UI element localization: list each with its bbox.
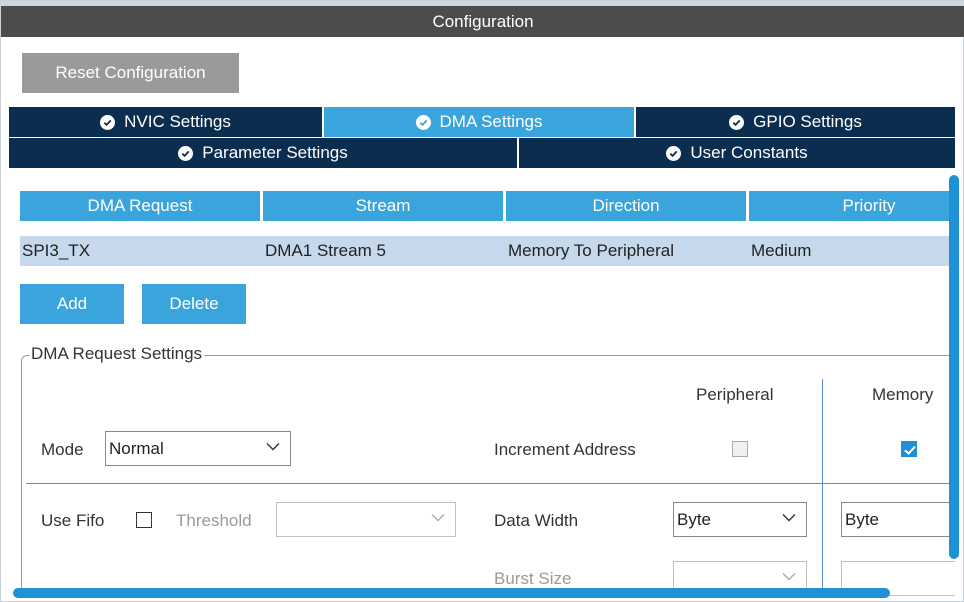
column-header-dma-request[interactable]: DMA Request bbox=[20, 191, 260, 221]
tab-user-constants[interactable]: User Constants bbox=[519, 138, 955, 168]
check-circle-icon bbox=[100, 114, 116, 130]
mode-label: Mode bbox=[41, 440, 84, 459]
column-header-direction[interactable]: Direction bbox=[506, 191, 746, 221]
vertical-scrollbar[interactable] bbox=[949, 175, 959, 559]
tab-bar-secondary: Parameter Settings User Constants bbox=[9, 138, 955, 168]
data-width-peripheral-value: Byte bbox=[677, 510, 712, 529]
tab-gpio-settings[interactable]: GPIO Settings bbox=[636, 107, 955, 137]
tab-label: Parameter Settings bbox=[202, 143, 348, 162]
tab-parameter-settings[interactable]: Parameter Settings bbox=[9, 138, 517, 168]
data-width-label: Data Width bbox=[494, 511, 579, 530]
threshold-label: Threshold bbox=[176, 511, 252, 530]
check-circle-icon bbox=[415, 114, 431, 130]
table-header: DMA Request Stream Direction Priority bbox=[20, 191, 955, 221]
mode-select[interactable]: Normal bbox=[105, 431, 291, 466]
checkmark-icon bbox=[904, 445, 916, 456]
chevron-down-icon bbox=[782, 573, 796, 581]
tab-bar-primary: NVIC Settings DMA Settings GPIO Settings bbox=[9, 107, 955, 137]
increment-memory-checkbox[interactable] bbox=[901, 441, 917, 457]
dma-settings-panel: DMA Request Stream Direction Priority SP… bbox=[9, 172, 955, 597]
data-width-memory-value: Byte bbox=[845, 510, 880, 529]
column-header-stream[interactable]: Stream bbox=[263, 191, 503, 221]
data-width-memory-select[interactable]: Byte bbox=[841, 502, 955, 537]
mode-select-value: Normal bbox=[109, 439, 164, 458]
dma-request-settings-group bbox=[21, 355, 955, 597]
increment-peripheral-checkbox[interactable] bbox=[732, 441, 748, 457]
configuration-window: Configuration Reset Configuration NVIC S… bbox=[0, 0, 964, 602]
threshold-select[interactable] bbox=[276, 502, 456, 537]
increment-address-label: Increment Address bbox=[494, 440, 636, 459]
chevron-down-icon bbox=[266, 443, 280, 451]
use-fifo-label: Use Fifo bbox=[41, 511, 105, 530]
row-divider bbox=[26, 483, 955, 484]
check-circle-icon bbox=[666, 145, 682, 161]
tab-label: DMA Settings bbox=[439, 112, 543, 131]
chevron-down-icon bbox=[782, 514, 796, 522]
cell-direction: Memory To Peripheral bbox=[508, 241, 674, 260]
tab-label: NVIC Settings bbox=[124, 112, 231, 131]
chevron-down-icon bbox=[431, 514, 445, 522]
tab-nvic-settings[interactable]: NVIC Settings bbox=[9, 107, 322, 137]
check-circle-icon bbox=[729, 114, 745, 130]
use-fifo-checkbox[interactable] bbox=[136, 512, 152, 528]
delete-button[interactable]: Delete bbox=[142, 284, 246, 324]
cell-dma-request: SPI3_TX bbox=[22, 241, 91, 260]
column-header-priority[interactable]: Priority bbox=[749, 191, 955, 221]
memory-column-label: Memory bbox=[872, 385, 934, 404]
peripheral-column-label: Peripheral bbox=[696, 385, 774, 404]
reset-configuration-button[interactable]: Reset Configuration bbox=[22, 53, 239, 93]
add-button[interactable]: Add bbox=[20, 284, 124, 324]
data-width-peripheral-select[interactable]: Byte bbox=[673, 502, 807, 537]
cell-stream: DMA1 Stream 5 bbox=[265, 241, 386, 260]
check-circle-icon bbox=[178, 145, 194, 161]
tab-label: User Constants bbox=[690, 143, 808, 162]
cell-priority: Medium bbox=[751, 241, 812, 260]
window-title: Configuration bbox=[1, 1, 964, 37]
table-row[interactable]: SPI3_TX DMA1 Stream 5 Memory To Peripher… bbox=[20, 236, 955, 266]
horizontal-scrollbar[interactable] bbox=[13, 588, 890, 598]
burst-size-label: Burst Size bbox=[494, 569, 572, 588]
group-legend: DMA Request Settings bbox=[29, 344, 205, 364]
column-divider bbox=[822, 379, 823, 597]
tab-dma-settings[interactable]: DMA Settings bbox=[324, 107, 634, 137]
tab-label: GPIO Settings bbox=[753, 112, 862, 131]
